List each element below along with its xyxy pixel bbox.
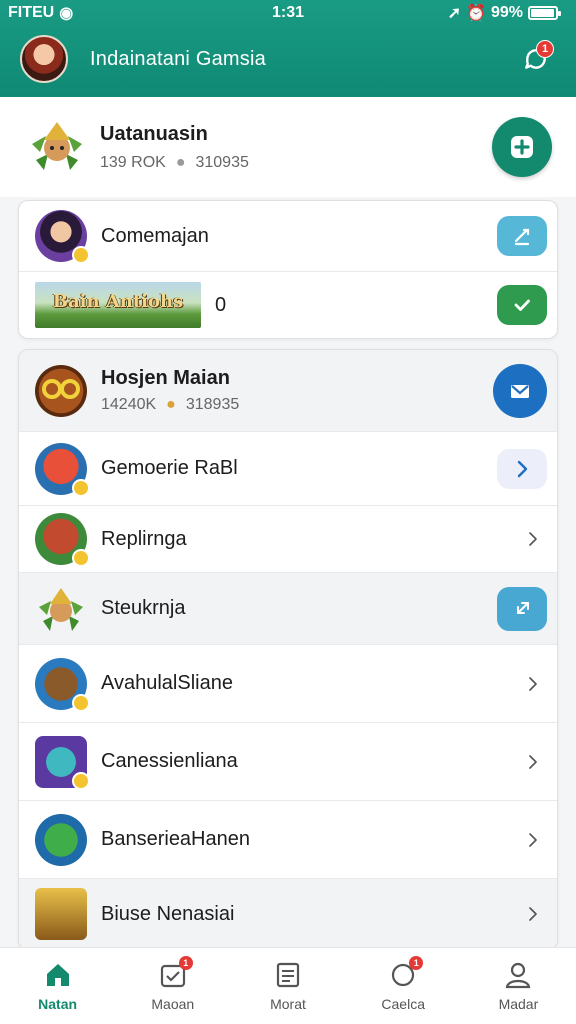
hero-name: Uatanuasin — [100, 122, 208, 145]
banner-value: 0 — [215, 293, 227, 316]
nav-chat[interactable]: 1 Caelca — [346, 948, 461, 1024]
signal-icon: ◉ — [59, 5, 74, 22]
nav-label: Madar — [498, 996, 539, 1012]
level-badge — [72, 549, 90, 567]
document-icon — [276, 962, 300, 988]
chevron-right-icon[interactable] — [519, 670, 547, 698]
level-badge — [72, 693, 90, 712]
chevron-right-icon[interactable] — [519, 525, 547, 553]
list-item-label: Comemajan — [101, 224, 209, 247]
list-item-label: Biuse Nenasiai — [101, 902, 235, 925]
featured-avatar — [35, 364, 87, 417]
featured-stat-secondary: 318935 — [185, 396, 240, 413]
bottom-nav: Natan 1 Maoan Morat 1 Caelca Madar — [0, 947, 576, 1024]
notifications-button[interactable]: 1 — [516, 39, 556, 79]
nav-inbox[interactable]: 1 Maoan — [115, 948, 230, 1024]
list-item[interactable]: Steukrnja — [19, 573, 557, 645]
share-icon — [517, 601, 529, 614]
nav-label: Morat — [270, 996, 306, 1012]
coin-icon: ● — [175, 153, 186, 171]
nav-badge: 1 — [178, 956, 193, 970]
list-item-label: Gemoerie RaBl — [101, 457, 238, 479]
nav-label: Natan — [38, 996, 78, 1012]
coin-icon: ● — [166, 396, 176, 413]
home-icon — [46, 964, 69, 986]
level-badge — [72, 771, 90, 790]
edit-button[interactable] — [497, 216, 547, 256]
nav-profile[interactable]: Madar — [461, 948, 576, 1024]
location-icon: ➚ — [447, 5, 462, 22]
game-avatar — [35, 735, 90, 790]
featured-item[interactable]: Hosjen Maian 14240K ● 318935 — [19, 350, 557, 432]
hero-stat-primary: 139 ROK — [100, 153, 166, 171]
main-content[interactable]: Uatanuasin 139 ROK ● 310935 Comemajan Ba… — [0, 97, 576, 947]
plus-icon — [511, 136, 533, 158]
banner-text: Bain Antiohs — [52, 291, 184, 312]
chevron-right-icon[interactable] — [519, 900, 547, 928]
carrier-label: FITEU — [8, 4, 55, 21]
level-badge — [72, 478, 90, 497]
add-button[interactable] — [492, 117, 552, 177]
battery-icon — [528, 6, 561, 20]
list-item[interactable]: AvahulalSliane — [19, 645, 557, 723]
level-badge — [72, 246, 90, 264]
goggles-icon — [42, 378, 80, 399]
list-item[interactable]: Comemajan — [19, 201, 557, 272]
message-button[interactable] — [493, 363, 547, 418]
list-item[interactable]: Biuse Nenasiai — [19, 879, 557, 947]
featured-name: Hosjen Maian — [101, 367, 230, 389]
list-item-label: Steukrnja — [101, 597, 186, 619]
profile-avatar[interactable] — [20, 35, 68, 83]
app-bar: Indainatani Gamsia 1 — [0, 30, 576, 88]
battery-percent: 99% — [490, 4, 523, 21]
confirm-button[interactable] — [497, 285, 547, 325]
alarm-icon: ⏰ — [466, 5, 486, 22]
hero-stat-secondary: 310935 — [195, 153, 249, 171]
nav-documents[interactable]: Morat — [230, 948, 345, 1024]
game-banner-image: Bain Antiohs — [35, 282, 201, 328]
game-character-icon — [32, 122, 82, 170]
game-avatar — [35, 813, 87, 866]
featured-stat-primary: 14240K — [101, 396, 157, 413]
list-item-label: Replirnga — [101, 527, 187, 550]
app-title: Indainatani Gamsia — [90, 47, 266, 70]
list-item[interactable]: Canessienliana — [19, 723, 557, 801]
list-item[interactable]: Replirnga — [19, 506, 557, 573]
nav-label: Maoan — [151, 996, 195, 1012]
account-card: Comemajan Bain Antiohs 0 — [18, 200, 558, 339]
chevron-right-icon[interactable] — [519, 748, 547, 776]
list-item[interactable]: Bain Antiohs 0 — [19, 272, 557, 338]
list-item[interactable]: BanserieaHanen — [19, 801, 557, 879]
game-avatar — [35, 442, 90, 497]
profile-icon — [506, 962, 531, 989]
list-item-label: AvahulalSliane — [101, 672, 233, 694]
notification-badge: 1 — [536, 40, 554, 58]
list-item[interactable]: Gemoerie RaBl — [19, 432, 557, 506]
check-icon — [514, 299, 530, 311]
open-button[interactable] — [497, 448, 547, 489]
list-item-label: BanserieaHanen — [101, 828, 250, 850]
chevron-right-icon[interactable] — [519, 826, 547, 854]
game-avatar — [35, 657, 90, 712]
chevron-right-icon — [517, 460, 528, 477]
mail-icon — [511, 384, 529, 398]
game-avatar — [35, 888, 87, 940]
game-character-icon — [39, 587, 83, 631]
nav-home[interactable]: Natan — [0, 948, 115, 1024]
edit-icon — [514, 228, 530, 246]
game-avatar — [35, 513, 90, 567]
share-button[interactable] — [497, 586, 547, 631]
games-list-card: Hosjen Maian 14240K ● 318935 Gemoerie Ra… — [18, 349, 558, 947]
status-bar: FITEU ◉ 1:31 ➚ ⏰ 99% — [0, 0, 576, 26]
app-header: FITEU ◉ 1:31 ➚ ⏰ 99% Indainatani Gamsia … — [0, 0, 576, 97]
nav-badge: 1 — [409, 956, 424, 970]
nav-label: Caelca — [381, 996, 425, 1012]
user-avatar — [35, 210, 90, 264]
list-item-label: Canessienliana — [101, 750, 238, 772]
hero-section: Uatanuasin 139 ROK ● 310935 — [0, 97, 576, 197]
